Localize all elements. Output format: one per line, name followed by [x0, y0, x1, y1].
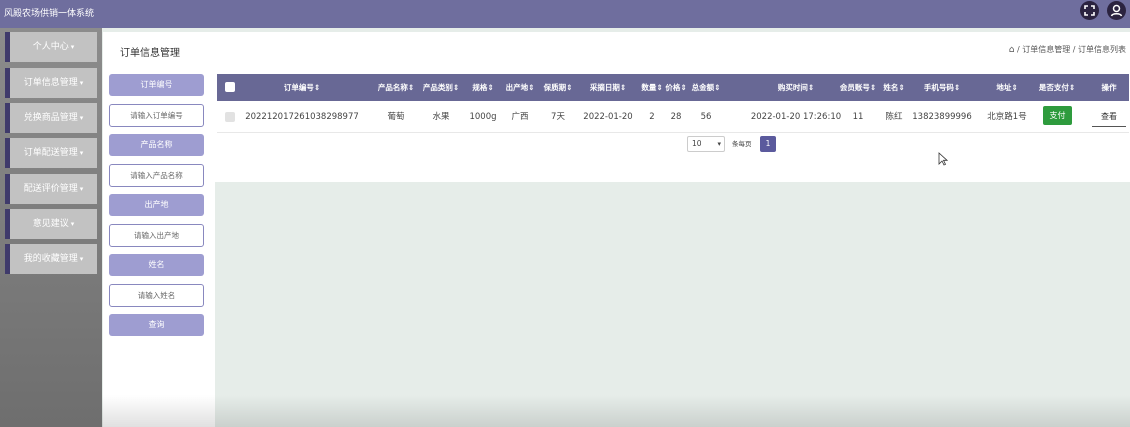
- column-header[interactable]: 会员账号⇕: [840, 74, 876, 101]
- top-bar: 风殿农场供销一体系统: [0, 0, 1130, 28]
- bottom-shade: [102, 395, 1130, 427]
- sidebar-item-label: 我的收藏管理: [23, 254, 78, 264]
- cell-name: 陈红: [885, 112, 903, 122]
- sidebar-item-label: 意见建议: [32, 219, 69, 229]
- column-header[interactable]: 规格⇕: [472, 74, 493, 101]
- product-name-input[interactable]: 请输入产品名称: [109, 164, 204, 187]
- cell-pick-date: 2022-01-20: [583, 112, 633, 122]
- cell-spec: 1000g: [469, 112, 497, 122]
- cell-quantity: 2: [649, 112, 655, 122]
- product-name-label: 产品名称: [109, 134, 204, 156]
- breadcrumb-bar: 订单信息管理 ⌂ / 订单信息管理 / 订单信息列表: [103, 32, 1130, 66]
- sidebar-item-order-info[interactable]: 订单信息管理 ▾: [5, 68, 97, 98]
- breadcrumb: ⌂ / 订单信息管理 / 订单信息列表: [1009, 44, 1126, 55]
- cell-price: 28: [670, 112, 682, 122]
- name-label: 姓名: [109, 254, 204, 276]
- cell-member-account: 11: [852, 112, 864, 122]
- column-header[interactable]: 姓名⇕: [883, 74, 904, 101]
- sidebar-item-order-delivery[interactable]: 订单配送管理 ▾: [5, 138, 97, 168]
- chevron-down-icon: ▾: [79, 114, 84, 122]
- origin-input[interactable]: 请输入出产地: [109, 224, 204, 247]
- sidebar-item-personal-center[interactable]: 个人中心 ▾: [5, 32, 97, 62]
- sidebar: 个人中心 ▾ 订单信息管理 ▾ 兑换商品管理 ▾ 订单配送管理 ▾ 配送评价管理 ▾ 意见…: [0, 28, 102, 427]
- sidebar-item-label: 兑换商品管理: [23, 113, 78, 123]
- column-header[interactable]: 手机号码⇕: [924, 74, 960, 101]
- breadcrumb-item-order-list: 订单信息列表: [1078, 45, 1126, 54]
- column-header[interactable]: 总金额⇕: [692, 74, 721, 101]
- user-icon[interactable]: [1107, 1, 1126, 20]
- sidebar-item-delivery-review[interactable]: 配送评价管理 ▾: [5, 174, 97, 204]
- sidebar-item-label: 订单信息管理: [23, 78, 78, 88]
- column-header: 操作: [1101, 83, 1117, 92]
- page-number-current[interactable]: 1: [760, 136, 776, 152]
- sidebar-item-label: 配送评价管理: [23, 184, 78, 194]
- chevron-down-icon: ▾: [79, 79, 84, 87]
- column-header[interactable]: 价格⇕: [665, 74, 686, 101]
- page-size-select[interactable]: 10 ▾: [687, 136, 725, 152]
- chevron-down-icon: ▾: [70, 220, 75, 228]
- column-header[interactable]: 订单编号⇕: [284, 74, 320, 101]
- chevron-down-icon: ▾: [70, 43, 75, 51]
- sidebar-item-exchange-goods[interactable]: 兑换商品管理 ▾: [5, 103, 97, 133]
- cell-shelf-life: 7天: [551, 112, 565, 122]
- sidebar-item-favorites[interactable]: 我的收藏管理 ▾: [5, 244, 97, 274]
- page-title: 订单信息管理: [120, 48, 180, 59]
- mouse-cursor-icon: [938, 152, 948, 166]
- breadcrumb-item-order-info[interactable]: 订单信息管理: [1022, 45, 1070, 54]
- pay-button[interactable]: 支付: [1043, 106, 1072, 125]
- per-page-label: 条每页: [732, 140, 752, 148]
- cell-product-name: 葡萄: [387, 112, 405, 122]
- cell-address: 北京路1号: [987, 112, 1027, 122]
- view-button[interactable]: 查看: [1092, 108, 1126, 127]
- order-no-input[interactable]: 请输入订单编号: [109, 104, 204, 127]
- column-header[interactable]: 购买时间⇕: [778, 74, 814, 101]
- sidebar-item-label: 订单配送管理: [23, 148, 78, 158]
- cell-order-no: 20221201726103829897​7: [245, 112, 359, 122]
- column-header[interactable]: 保质期⇕: [544, 74, 573, 101]
- origin-label: 出产地: [109, 194, 204, 216]
- main-area: 订单信息管理 ⌂ / 订单信息管理 / 订单信息列表 订单编号 请输入订单编号 …: [103, 28, 1130, 427]
- filter-panel: 订单编号 请输入订单编号 产品名称 请输入产品名称 出产地 请输入出产地 姓名 …: [103, 66, 215, 427]
- home-icon[interactable]: ⌂: [1009, 45, 1015, 55]
- sidebar-item-suggestions[interactable]: 意见建议 ▾: [5, 209, 97, 239]
- breadcrumb-separator: /: [1072, 45, 1076, 54]
- select-all-checkbox[interactable]: [225, 82, 235, 92]
- name-input[interactable]: 请输入姓名: [109, 284, 204, 307]
- column-header[interactable]: 是否支付⇕: [1039, 74, 1075, 101]
- column-header[interactable]: 数量⇕: [641, 74, 662, 101]
- table-row: 20221201726103829897​7 葡萄 水果 1000g 广西 7天…: [217, 101, 1129, 133]
- fullscreen-icon[interactable]: [1080, 1, 1099, 20]
- column-header[interactable]: 产品类别⇕: [423, 74, 459, 101]
- cell-origin: 广西: [511, 112, 529, 122]
- chevron-down-icon: ▾: [79, 149, 84, 157]
- row-checkbox[interactable]: [225, 112, 235, 122]
- chevron-down-icon: ▾: [79, 185, 84, 193]
- column-header[interactable]: 地址⇕: [996, 74, 1017, 101]
- sidebar-item-label: 个人中心: [32, 42, 69, 52]
- column-header[interactable]: 产品名称⇕: [378, 74, 414, 101]
- table-header: 订单编号⇕ 产品名称⇕ 产品类别⇕ 规格⇕ 出产地⇕ 保质期⇕ 采摘日期⇕ 数量…: [217, 74, 1129, 101]
- cell-phone: 13823899996: [912, 112, 972, 122]
- cell-total: 56: [700, 112, 712, 122]
- column-header[interactable]: 采摘日期⇕: [590, 74, 626, 101]
- cell-product-category: 水果: [432, 112, 450, 122]
- chevron-down-icon: ▾: [79, 255, 84, 263]
- app-title: 风殿农场供销一体系统: [4, 9, 95, 19]
- order-no-label: 订单编号: [109, 74, 204, 96]
- breadcrumb-separator: /: [1016, 45, 1020, 54]
- table-panel: 订单编号⇕ 产品名称⇕ 产品类别⇕ 规格⇕ 出产地⇕ 保质期⇕ 采摘日期⇕ 数量…: [215, 66, 1130, 182]
- cell-purchase-time: 2022-01-20 17:26:10: [750, 112, 842, 122]
- column-header[interactable]: 出产地⇕: [506, 74, 535, 101]
- page-size-value: 10: [692, 139, 702, 148]
- chevron-down-icon: ▾: [717, 140, 721, 148]
- search-button[interactable]: 查询: [109, 314, 204, 336]
